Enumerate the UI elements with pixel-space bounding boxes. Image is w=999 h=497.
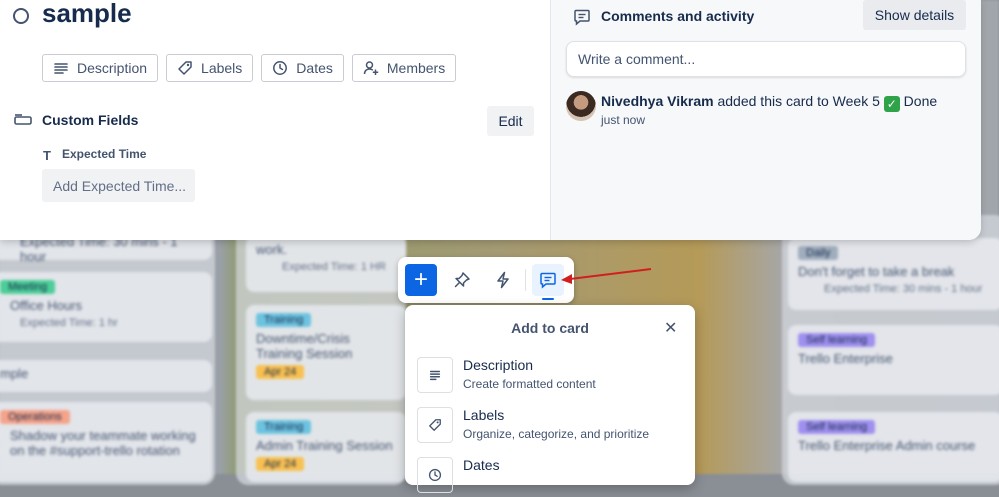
board-card-text: Trello Enterprise Admin course xyxy=(798,438,976,453)
expected-time-label: Expected Time xyxy=(62,147,147,161)
label-icon xyxy=(178,61,192,75)
description-button-label: Description xyxy=(77,60,148,76)
card-detail-modal: sample Description Labels Dates Members … xyxy=(0,0,981,240)
board-card: Training Admin Training Session Apr 24 xyxy=(246,412,406,482)
active-indicator xyxy=(542,298,554,300)
annotation-arrow-icon xyxy=(561,268,652,284)
board-card-text: work. xyxy=(256,242,288,257)
board-card-text: Don't forget to take a break xyxy=(798,264,955,279)
item-description: Organize, categorize, and prioritize xyxy=(463,427,650,441)
card-action-buttons: Description Labels Dates Members xyxy=(42,54,457,82)
item-name: Dates xyxy=(463,457,500,473)
dates-button[interactable]: Dates xyxy=(261,54,344,82)
label-icon xyxy=(417,407,453,443)
activity-action: added this card to Week 5 xyxy=(717,93,880,109)
board-card: Self learning Trello Enterprise xyxy=(788,325,999,395)
board-card-text: Admin Training Session xyxy=(256,438,393,453)
description-icon xyxy=(54,63,68,74)
dates-button-label: Dates xyxy=(296,60,333,76)
board-card: Training Downtime/Crisis Training Sessio… xyxy=(246,305,406,400)
custom-fields-icon xyxy=(14,114,32,125)
members-button-label: Members xyxy=(386,60,446,76)
comment-icon xyxy=(574,9,590,26)
board-card-meta: Expected Time: 1 hr xyxy=(20,317,118,329)
description-button[interactable]: Description xyxy=(42,54,159,82)
pin-button[interactable] xyxy=(446,264,478,296)
add-description-item[interactable]: Description Create formatted content xyxy=(417,357,687,397)
board-card-meta: Expected Time: 30 mins - 1 hour xyxy=(824,283,983,295)
pin-icon xyxy=(454,272,470,288)
board-card-tag: Training xyxy=(256,313,312,327)
add-icon: + xyxy=(413,266,428,293)
board-card-date-badge: Apr 24 xyxy=(256,457,305,471)
add-button[interactable]: + xyxy=(405,264,437,296)
activity-timestamp[interactable]: just now xyxy=(601,113,645,127)
board-card-text: Downtime/Crisis Training Session xyxy=(256,331,353,361)
card-floating-toolbar: + xyxy=(398,257,574,303)
board-card: mple xyxy=(0,360,212,392)
item-description: Create formatted content xyxy=(463,377,596,391)
comment-icon xyxy=(540,272,556,289)
board-card-text: Office Hours xyxy=(10,298,83,313)
check-icon: ✓ xyxy=(883,96,900,112)
board-card-tag: Training xyxy=(256,420,312,434)
clock-icon xyxy=(417,457,453,493)
labels-button-label: Labels xyxy=(201,60,243,76)
board-card-tag: Self learning xyxy=(798,420,876,434)
comments-activity-title: Comments and activity xyxy=(601,8,755,24)
labels-button[interactable]: Labels xyxy=(166,54,254,82)
clock-icon xyxy=(273,61,288,75)
popover-title: Add to card xyxy=(511,320,589,336)
members-button[interactable]: Members xyxy=(351,54,457,82)
board-card: Operations Shadow your teammate working … xyxy=(0,402,212,482)
item-name: Description xyxy=(463,357,534,373)
board-card-tag: Self learning xyxy=(798,333,876,347)
activity-list-name: Done xyxy=(903,93,938,109)
activity-user[interactable]: Nivedhya Vikram xyxy=(601,93,714,109)
item-name: Labels xyxy=(463,407,505,423)
close-icon[interactable]: ✕ xyxy=(664,318,677,338)
show-details-button[interactable]: Show details xyxy=(863,0,966,30)
avatar[interactable] xyxy=(566,91,596,121)
add-to-card-popover: Add to card ✕ Description Create formatt… xyxy=(405,305,695,493)
board-card-text: Shadow your teammate working on the #sup… xyxy=(10,428,196,458)
card-title[interactable]: sample xyxy=(42,0,132,29)
complete-toggle-icon[interactable] xyxy=(13,8,29,24)
board-card: work. Expected Time: 1 HR xyxy=(246,236,406,292)
comments-activity-panel: Comments and activity Show details Write… xyxy=(550,0,981,240)
board-card-meta: Expected Time: 1 HR xyxy=(282,261,386,273)
board-card: Self learning Trello Enterprise Admin co… xyxy=(788,412,999,482)
description-icon xyxy=(417,357,453,393)
custom-fields-edit-button[interactable]: Edit xyxy=(487,106,534,136)
card-main-section: sample Description Labels Dates Members … xyxy=(0,0,550,240)
board-card-date-badge: Apr 24 xyxy=(256,365,305,379)
activity-entry: Nivedhya Vikram added this card to Week … xyxy=(601,93,937,112)
expected-time-input[interactable]: Add Expected Time... xyxy=(42,169,195,202)
board-card-tag: Daily xyxy=(798,246,839,260)
automation-button[interactable] xyxy=(487,264,519,296)
add-member-icon xyxy=(363,61,379,75)
lightning-icon xyxy=(497,271,509,289)
board-card-tag: Operations xyxy=(0,410,70,424)
add-labels-item[interactable]: Labels Organize, categorize, and priorit… xyxy=(417,407,687,447)
custom-fields-title: Custom Fields xyxy=(42,112,139,128)
board-card-tag: Meeting xyxy=(0,280,56,294)
board-card: Meeting Office Hours Expected Time: 1 hr xyxy=(0,272,212,342)
board-card-text: mple xyxy=(0,366,29,381)
board-card-text: Trello Enterprise xyxy=(798,351,893,366)
add-dates-item[interactable]: Dates xyxy=(417,457,687,497)
toolbar-divider xyxy=(525,269,526,291)
comment-input[interactable]: Write a comment... xyxy=(566,41,966,77)
board-card: Daily Don't forget to take a break Expec… xyxy=(788,238,999,310)
text-field-icon: T xyxy=(43,148,51,163)
